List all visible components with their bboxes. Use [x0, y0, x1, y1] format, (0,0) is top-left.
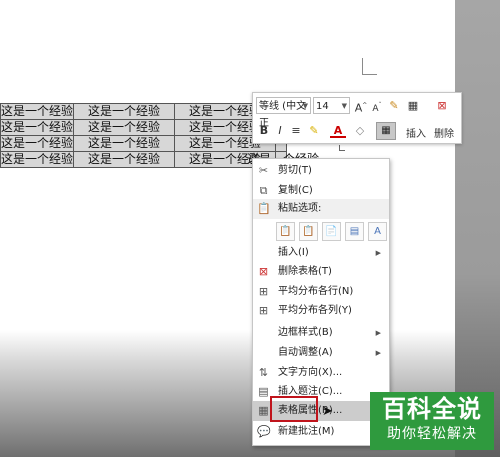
align-center-icon[interactable]: ≡ [288, 123, 304, 139]
annotation-highlight-box [270, 396, 318, 422]
delete-table-icon[interactable]: ⊠ [434, 98, 450, 114]
menu-item-copy[interactable]: ⧉ 复制(C) [253, 181, 389, 201]
font-name-select[interactable]: 等线 (中文正 ▼ [256, 97, 311, 129]
cell-text: 这是一个经验 [88, 136, 161, 151]
table-cell[interactable]: 这是一个经验 [73, 103, 176, 120]
shrink-font-icon[interactable]: Aˇ [369, 98, 385, 114]
chevron-down-icon: ▼ [302, 102, 308, 110]
distribute-rows-icon: ⊞ [258, 285, 269, 298]
chevron-right-icon: ▶ [375, 329, 381, 337]
table-properties-icon: ▦ [258, 404, 269, 417]
margin-corner-mark [362, 58, 377, 75]
table-style-icon[interactable]: ▦ [405, 98, 421, 114]
table-cell[interactable]: 这是一个经验 [73, 119, 176, 136]
table-row: 这是一个经验 这是一个经验 这是一个经验 [0, 135, 288, 152]
scissors-icon: ✂ [258, 164, 269, 177]
menu-item-delete-table[interactable]: ⊠ 删除表格(T) [253, 262, 389, 282]
italic-button[interactable]: I [272, 123, 288, 139]
table-cell[interactable]: 这是一个经验 [0, 151, 75, 168]
font-color-button[interactable]: A [330, 123, 346, 138]
cell-text: 这是一个经验 [1, 152, 74, 167]
caption-icon: ▤ [258, 385, 269, 398]
distribute-columns-icon: ⊞ [258, 304, 269, 317]
paste-nest-table-button[interactable]: 📄 [322, 222, 341, 241]
copy-icon: ⧉ [259, 184, 268, 197]
mini-toolbar: 等线 (中文正 ▼ 14 ▼ A^ Aˇ ✎ ▦ ⊠ B I ≡ ✎ A ◇ ▦… [252, 92, 462, 144]
cell-text: 这是一个经验 [88, 152, 161, 167]
menu-item-insert[interactable]: 插入(I) ▶ [253, 243, 389, 263]
chevron-right-icon: ▶ [375, 349, 381, 357]
menu-item-label: 删除表格(T) [278, 266, 332, 277]
chevron-down-icon: ▼ [341, 102, 347, 110]
window-background-strip [455, 0, 500, 457]
cell-text: 这是一个经验 [1, 104, 74, 119]
borders-button[interactable]: ▦ [376, 122, 396, 140]
menu-item-label: 边框样式(B) [278, 327, 333, 338]
borders-icon: ▦ [381, 125, 391, 136]
menu-item-label: 剪切(T) [278, 165, 312, 176]
bold-button[interactable]: B [256, 123, 272, 139]
table-cell[interactable]: 这是一个经验 [73, 151, 176, 168]
delete-label[interactable]: 删除 [434, 125, 454, 140]
table-row: 这是一个经验 这是一个经验 这是一个经验 [0, 151, 288, 168]
paste-text-only-button[interactable]: A [368, 222, 387, 241]
table-row: 这是一个经验 这是一个经验 这是一个经验 [0, 103, 288, 120]
paste-new-rows-button[interactable]: ▤ [345, 222, 364, 241]
table-cell[interactable]: 这是一个经验 [0, 135, 75, 152]
menu-item-text-direction[interactable]: ⇅ 文字方向(X)... [253, 363, 389, 383]
menu-item-border-styles[interactable]: 边框样式(B) ▶ [253, 323, 389, 343]
mouse-cursor-icon: ➤ [322, 404, 333, 419]
chevron-right-icon: ▶ [375, 249, 381, 257]
insert-label[interactable]: 插入 [406, 125, 426, 140]
font-size-select[interactable]: 14 ▼ [313, 97, 350, 114]
menu-item-distribute-rows[interactable]: ⊞ 平均分布各行(N) [253, 282, 389, 302]
menu-item-label: 自动调整(A) [278, 347, 333, 358]
cell-text: 这是一个经验 [1, 120, 74, 135]
cell-text: 这是一个经验 [88, 104, 161, 119]
document-table[interactable]: 这是一个经验 这是一个经验 这是一个经验 这是一个经验 这是一个经验 这是一个经… [0, 103, 288, 168]
menu-item-label: 粘贴选项: [278, 203, 322, 214]
text-direction-icon: ⇅ [258, 366, 269, 379]
format-painter-icon[interactable]: ✎ [386, 98, 402, 114]
cell-text: 这是一个经验 [88, 120, 161, 135]
highlight-icon[interactable]: ✎ [306, 123, 322, 139]
font-size-value: 14 [316, 101, 329, 112]
paste-merge-table-button[interactable]: 📋 [299, 222, 318, 241]
menu-item-distribute-columns[interactable]: ⊞ 平均分布各列(Y) [253, 301, 389, 321]
menu-item-new-comment[interactable]: 💬 新建批注(M) [253, 422, 389, 442]
table-end-mark [339, 145, 345, 151]
watermark-title: 百科全说 [382, 395, 482, 423]
menu-item-label: 平均分布各列(Y) [278, 305, 352, 316]
menu-item-autofit[interactable]: 自动调整(A) ▶ [253, 343, 389, 363]
menu-item-paste-options: 📋 粘贴选项: [253, 199, 389, 219]
menu-item-label: 平均分布各行(N) [278, 286, 354, 297]
menu-item-label: 文字方向(X)... [278, 367, 343, 378]
cell-text: 这是一个经验 [1, 136, 74, 151]
table-cell[interactable]: 这是一个经验 [0, 103, 75, 120]
grow-font-icon[interactable]: A^ [353, 98, 369, 115]
new-comment-icon: 💬 [257, 425, 271, 438]
menu-item-label: 新建批注(M) [278, 426, 335, 437]
paste-keep-source-button[interactable]: 📋 [276, 222, 295, 241]
menu-item-label: 复制(C) [278, 185, 313, 196]
paste-icon: 📋 [257, 202, 271, 215]
delete-table-icon: ⊠ [258, 265, 269, 278]
table-cell[interactable]: 这是一个经验 [0, 119, 75, 136]
watermark-logo: 百科全说 助你轻松解决 [370, 392, 494, 450]
table-cell[interactable]: 这是一个经验 [73, 135, 176, 152]
shading-icon[interactable]: ◇ [352, 123, 368, 139]
menu-item-cut[interactable]: ✂ 剪切(T) [253, 161, 389, 181]
menu-item-label: 插入(I) [278, 247, 309, 258]
watermark-subtitle: 助你轻松解决 [387, 426, 477, 442]
table-row: 这是一个经验 这是一个经验 这是一个经验 [0, 119, 288, 136]
